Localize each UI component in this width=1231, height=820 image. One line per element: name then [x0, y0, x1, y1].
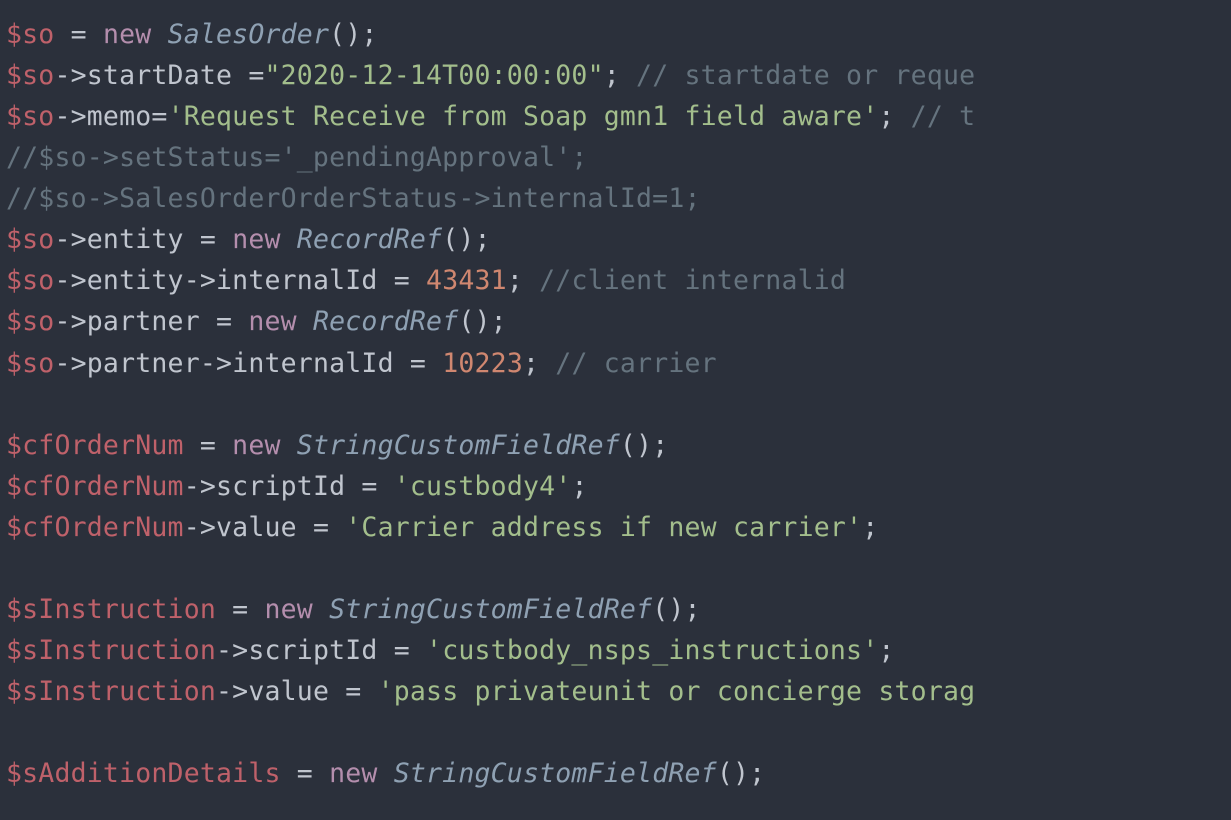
code-line: //$so->setStatus='_pendingApproval';: [6, 142, 588, 173]
code-line: $cfOrderNum = new StringCustomFieldRef()…: [6, 430, 668, 461]
string-literal: 'Carrier address if new carrier': [345, 512, 862, 543]
variable: $so: [6, 60, 54, 91]
keyword-new: new: [264, 594, 312, 625]
variable: $cfOrderNum: [6, 512, 184, 543]
comment: // t: [911, 101, 976, 132]
comment: // startdate or reque: [636, 60, 975, 91]
class-name: StringCustomFieldRef: [394, 758, 717, 789]
keyword-new: new: [329, 758, 377, 789]
variable: $so: [6, 19, 54, 50]
variable: $so: [6, 265, 54, 296]
code-line: $so->partner->internalId = 10223; // car…: [6, 348, 717, 379]
string-literal: 'Request Receive from Soap gmn1 field aw…: [168, 101, 879, 132]
keyword-new: new: [232, 224, 280, 255]
comment: //$so->SalesOrderOrderStatus->internalId…: [6, 183, 701, 214]
variable: $sInstruction: [6, 635, 216, 666]
property: value: [216, 512, 297, 543]
property: memo: [87, 101, 152, 132]
comment: //$so->setStatus='_pendingApproval';: [6, 142, 588, 173]
property: partner: [87, 348, 200, 379]
code-line: [6, 389, 22, 420]
number-literal: 43431: [426, 265, 507, 296]
class-name: SalesOrder: [168, 19, 330, 50]
string-literal: 'custbody4': [394, 471, 572, 502]
comment: // carrier: [555, 348, 717, 379]
property: internalId: [216, 265, 378, 296]
code-line: $so->entity = new RecordRef();: [6, 224, 491, 255]
code-line: $sInstruction->value = 'pass privateunit…: [6, 676, 975, 707]
variable: $so: [6, 306, 54, 337]
code-line: $so->memo='Request Receive from Soap gmn…: [6, 101, 975, 132]
variable: $cfOrderNum: [6, 430, 184, 461]
code-line: [6, 717, 22, 748]
variable: $so: [6, 101, 54, 132]
property: scriptId: [216, 471, 345, 502]
code-block: $so = new SalesOrder(); $so->startDate =…: [0, 0, 1231, 808]
code-line: $so->partner = new RecordRef();: [6, 306, 507, 337]
number-literal: 10223: [442, 348, 523, 379]
variable: $sInstruction: [6, 594, 216, 625]
code-line: $so->startDate ="2020-12-14T00:00:00"; /…: [6, 60, 975, 91]
variable: $so: [6, 348, 54, 379]
code-line: $cfOrderNum->value = 'Carrier address if…: [6, 512, 878, 543]
code-line: $sInstruction = new StringCustomFieldRef…: [6, 594, 701, 625]
code-line: $sInstruction->scriptId = 'custbody_nsps…: [6, 635, 895, 666]
code-line: $so->entity->internalId = 43431; //clien…: [6, 265, 846, 296]
string-literal: "2020-12-14T00:00:00": [264, 60, 603, 91]
property: entity: [87, 224, 184, 255]
code-line: [6, 553, 22, 584]
property: entity: [87, 265, 184, 296]
keyword-new: new: [103, 19, 151, 50]
keyword-new: new: [248, 306, 296, 337]
code-line: $cfOrderNum->scriptId = 'custbody4';: [6, 471, 588, 502]
property: scriptId: [248, 635, 377, 666]
property: startDate: [87, 60, 232, 91]
code-line: //$so->SalesOrderOrderStatus->internalId…: [6, 183, 701, 214]
class-name: StringCustomFieldRef: [297, 430, 620, 461]
keyword-new: new: [232, 430, 280, 461]
string-literal: 'custbody_nsps_instructions': [426, 635, 878, 666]
class-name: StringCustomFieldRef: [329, 594, 652, 625]
code-line: $so = new SalesOrder();: [6, 19, 378, 50]
string-literal: 'pass privateunit or concierge storag: [378, 676, 976, 707]
variable: $cfOrderNum: [6, 471, 184, 502]
property: internalId: [232, 348, 394, 379]
class-name: RecordRef: [297, 224, 442, 255]
variable: $sInstruction: [6, 676, 216, 707]
property: partner: [87, 306, 200, 337]
comment: //client internalid: [539, 265, 846, 296]
class-name: RecordRef: [313, 306, 458, 337]
variable: $so: [6, 224, 54, 255]
variable: $sAdditionDetails: [6, 758, 281, 789]
property: value: [248, 676, 329, 707]
code-line: $sAdditionDetails = new StringCustomFiel…: [6, 758, 765, 789]
